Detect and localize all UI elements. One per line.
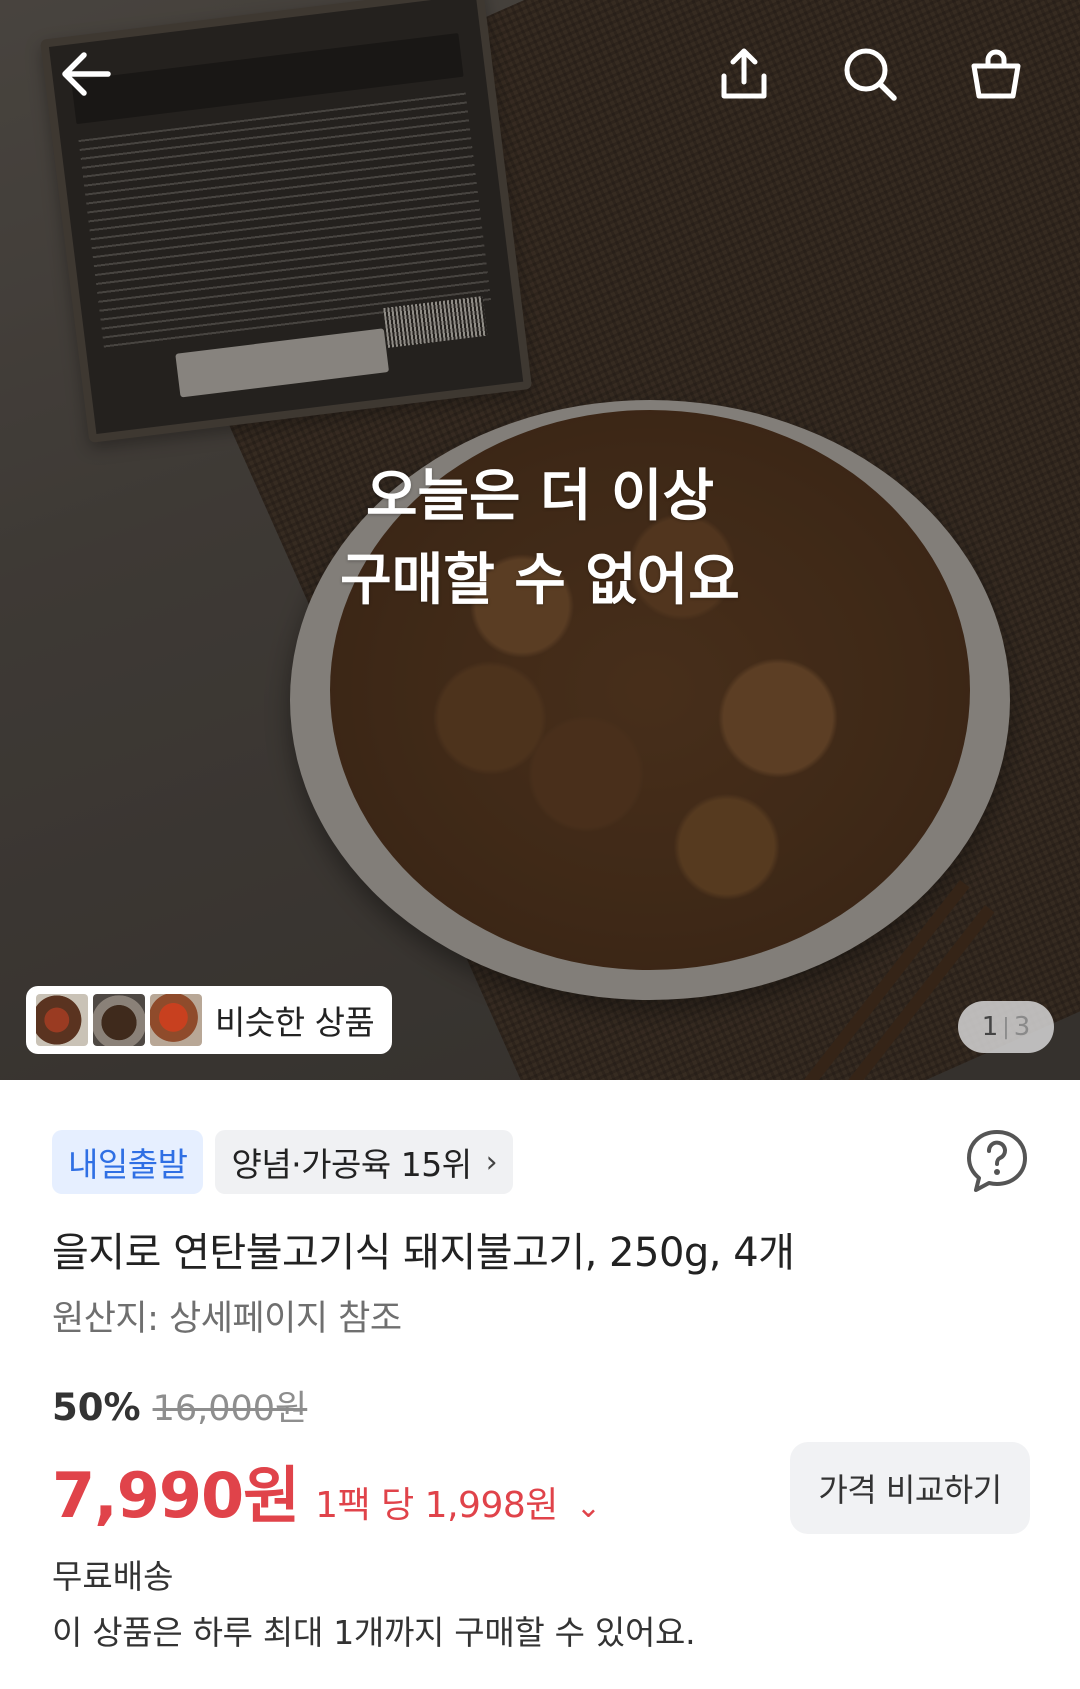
similar-products-button[interactable]: 비슷한 상품 (26, 986, 392, 1054)
compare-price-button[interactable]: 가격 비교하기 (790, 1442, 1030, 1534)
similar-thumbnail (36, 994, 88, 1046)
back-button[interactable] (50, 38, 122, 110)
cart-icon (971, 49, 1021, 99)
cart-button[interactable] (960, 38, 1032, 110)
sale-price: 7,990원 (52, 1459, 300, 1532)
search-icon (844, 48, 897, 101)
share-icon (721, 48, 767, 99)
chevron-right-icon: › (485, 1144, 498, 1180)
product-origin: 원산지: 상세페이지 참조 (52, 1299, 402, 1339)
product-title: 을지로 연탄불고기식 돼지불고기, 250g, 4개 (52, 1230, 795, 1276)
similar-thumbnail (93, 994, 145, 1046)
category-rank-badge[interactable]: 양념·가공육 15위 › (215, 1130, 514, 1194)
product-info: 내일출발 양념·가공육 15위 › 을지로 연탄불고기식 돼지불고기, 250g… (0, 1080, 1080, 1689)
soldout-message: 오늘은 더 이상 구매할 수 없어요 (0, 455, 1080, 623)
discount-row: 50% 16,000원 (52, 1380, 307, 1431)
soldout-line-1: 오늘은 더 이상 (365, 464, 715, 529)
image-counter-separator: | (1002, 1014, 1010, 1040)
similar-products-label: 비슷한 상품 (215, 1003, 375, 1042)
price-row: 7,990원 1팩 당 1,998원 ⌄ (52, 1445, 601, 1535)
soldout-line-2: 구매할 수 없어요 (340, 548, 740, 613)
delivery-badge: 내일출발 (52, 1130, 204, 1194)
category-rank-label: 양념·가공육 15위 (231, 1145, 472, 1184)
discount-rate: 50% (52, 1386, 141, 1429)
delivery-badge-label: 내일출발 (68, 1145, 188, 1184)
purchase-limit-notice: 이 상품은 하루 최대 1개까지 구매할 수 있어요. (52, 1613, 696, 1652)
chevron-down-icon[interactable]: ⌄ (576, 1490, 601, 1525)
help-button[interactable] (962, 1126, 1032, 1196)
original-price: 16,000원 (152, 1389, 308, 1429)
unit-price[interactable]: 1팩 당 1,998원 (315, 1476, 558, 1528)
shipping-info: 무료배송 (52, 1557, 174, 1596)
similar-thumbnail (150, 994, 202, 1046)
image-counter-total: 3 (1013, 1012, 1031, 1042)
image-counter-current: 1 (981, 1012, 999, 1042)
product-image-carousel[interactable]: 오늘은 더 이상 구매할 수 없어요 비슷한 상품 1 | 3 (0, 0, 1080, 1080)
badge-row: 내일출발 양념·가공육 15위 › (52, 1130, 514, 1194)
back-arrow-icon (62, 52, 111, 96)
search-button[interactable] (834, 38, 906, 110)
image-counter: 1 | 3 (958, 1001, 1054, 1053)
share-button[interactable] (708, 38, 780, 110)
question-bubble-icon (967, 1130, 1027, 1192)
